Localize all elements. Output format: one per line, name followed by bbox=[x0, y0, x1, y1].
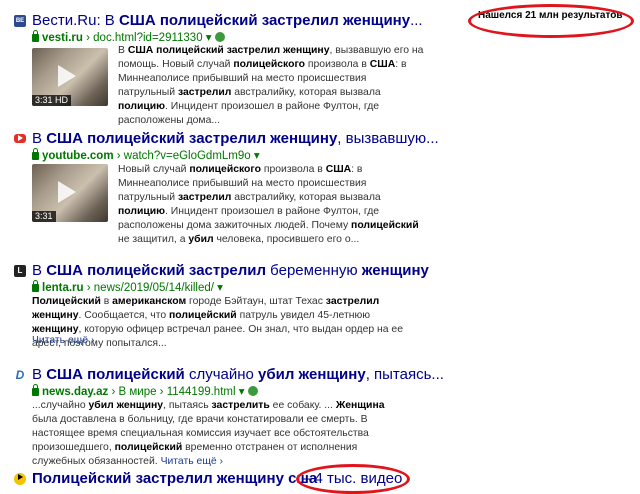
video-duration: 3:31 HD bbox=[32, 95, 72, 106]
lock-icon bbox=[32, 280, 39, 292]
result-title-link[interactable]: В США полицейский случайно убил женщину,… bbox=[32, 366, 444, 384]
result-host: vesti.ru bbox=[42, 32, 83, 44]
result-snippet: ...случайно убил женщину, пытаясь застре… bbox=[32, 400, 385, 467]
result-path: › watch?v=eGloGdmLm9o ▾ bbox=[116, 150, 260, 162]
result-url[interactable]: lenta.ru › news/2019/05/14/killed/ ▾ bbox=[32, 280, 223, 295]
result-snippet: В США полицейский застрелил женщину, выз… bbox=[118, 45, 424, 126]
result-title-link[interactable]: В США полицейский застрелил женщину, выз… bbox=[32, 130, 439, 148]
play-icon bbox=[58, 65, 76, 87]
search-result: В США полицейский застрелил женщину, выз… bbox=[14, 130, 439, 245]
result-url[interactable]: news.day.az › В мире › 1144199.html ▾ bbox=[32, 384, 258, 399]
vesti-favicon-icon: ВЕ bbox=[14, 15, 26, 27]
result-path: › В мире › 1144199.html ▾ bbox=[111, 386, 245, 398]
result-host: news.day.az bbox=[42, 386, 109, 398]
result-title-link[interactable]: Полицейский застрелил женщину сша bbox=[32, 470, 317, 488]
lock-icon bbox=[32, 384, 39, 396]
lock-icon bbox=[32, 148, 39, 160]
lock-icon bbox=[32, 30, 39, 42]
result-host: lenta.ru bbox=[42, 282, 84, 294]
video-duration: 3:31 bbox=[32, 211, 56, 222]
day-az-favicon-icon: D bbox=[14, 368, 26, 382]
video-count-highlight-ellipse bbox=[296, 464, 410, 494]
video-thumbnail[interactable]: 3:31 HD bbox=[32, 48, 108, 106]
result-url[interactable]: vesti.ru › doc.html?id=2911330 ▾ bbox=[32, 30, 225, 45]
verified-badge-icon bbox=[214, 32, 225, 42]
search-result: ВЕ Вести.Ru: В США полицейский застрелил… bbox=[14, 12, 434, 126]
read-more-link[interactable]: Читать ещё › bbox=[32, 334, 94, 348]
result-title-link[interactable]: В США полицейский застрелил беременную ж… bbox=[32, 262, 429, 280]
search-result: L В США полицейский застрелил беременную… bbox=[14, 262, 434, 349]
video-thumbnail[interactable]: 3:31 bbox=[32, 164, 108, 222]
verified-badge-icon bbox=[247, 386, 258, 396]
lenta-favicon-icon: L bbox=[14, 265, 26, 277]
result-host: youtube.com bbox=[42, 150, 114, 162]
result-snippet: Новый случай полицейского произвола в СШ… bbox=[118, 164, 419, 245]
result-path: › doc.html?id=2911330 ▾ bbox=[86, 32, 212, 44]
youtube-favicon-icon bbox=[14, 134, 26, 143]
play-icon bbox=[58, 181, 76, 203]
count-highlight-ellipse bbox=[468, 4, 634, 38]
video-play-icon bbox=[14, 473, 26, 485]
read-more-link[interactable]: Читать ещё › bbox=[161, 456, 223, 467]
search-result: D В США полицейский случайно убил женщин… bbox=[14, 366, 444, 467]
result-path: › news/2019/05/14/killed/ ▾ bbox=[86, 282, 223, 294]
result-title-link[interactable]: Вести.Ru: В США полицейский застрелил же… bbox=[32, 12, 423, 30]
result-url[interactable]: youtube.com › watch?v=eGloGdmLm9o ▾ bbox=[32, 148, 260, 163]
